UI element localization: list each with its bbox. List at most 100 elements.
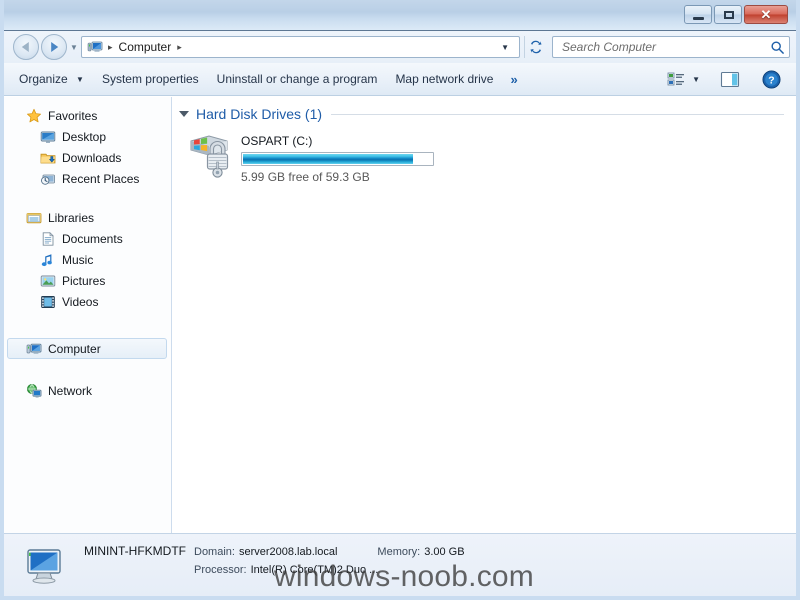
change-view-button[interactable]: ▼ [662, 68, 705, 90]
search-input[interactable] [560, 39, 770, 55]
toolbar-map-network-drive-label: Map network drive [395, 72, 494, 86]
search-box[interactable] [552, 36, 790, 58]
breadcrumb-separator-leading: ▸ [108, 41, 113, 52]
nav-spacer-1 [4, 193, 171, 207]
sidebar-label-downloads: Downloads [62, 150, 122, 165]
preview-pane-icon [720, 71, 740, 87]
sidebar-item-music[interactable]: Music [4, 249, 171, 270]
group-title: Hard Disk Drives (1) [196, 106, 323, 122]
picture-icon [40, 273, 56, 289]
sidebar-item-documents[interactable]: Documents [4, 228, 171, 249]
nav-group-libraries: Libraries Documents Music Pictures Video… [4, 207, 171, 312]
sidebar-item-recent-places[interactable]: Recent Places [4, 168, 171, 189]
maximize-icon [724, 11, 734, 19]
address-bar-row: ▼ ▸ Computer ▸ ▼ [4, 31, 796, 63]
sidebar-label-network: Network [48, 383, 93, 398]
sidebar-label-videos: Videos [62, 294, 99, 309]
sidebar-item-videos[interactable]: Videos [4, 291, 171, 312]
nav-spacer-2 [4, 316, 171, 338]
drive-label: OSPART (C:) [241, 134, 313, 148]
bitlocker-drive-icon [187, 129, 237, 179]
back-arrow-icon [21, 42, 29, 52]
sidebar-label-favorites: Favorites [48, 108, 98, 123]
details-row-primary: MININT-HFKMDTF Domain: server2008.lab.lo… [84, 544, 788, 564]
downloads-folder-icon [40, 150, 56, 166]
memory-group: Memory: 3.00 GB [377, 546, 464, 558]
close-button[interactable]: ✕ [744, 5, 788, 24]
details-pane: MININT-HFKMDTF Domain: server2008.lab.lo… [4, 533, 796, 596]
toolbar-uninstall-button[interactable]: Uninstall or change a program [208, 68, 387, 90]
back-button[interactable] [13, 34, 39, 60]
video-film-icon [40, 294, 56, 310]
computer-icon [26, 545, 72, 587]
sidebar-label-documents: Documents [62, 231, 123, 246]
toolbar-map-network-drive-button[interactable]: Map network drive [386, 68, 502, 90]
address-input[interactable]: ▸ Computer ▸ ▼ [81, 36, 520, 58]
svg-text:?: ? [768, 75, 774, 86]
sidebar-item-computer[interactable]: Computer [7, 338, 167, 359]
computer-icon [26, 341, 42, 357]
file-list-pane[interactable]: Hard Disk Drives (1) OSPART (C:) 5.99 GB… [173, 97, 796, 533]
group-separator-rule [331, 113, 784, 115]
drive-capacity-bar [241, 152, 434, 166]
toolbar-uninstall-label: Uninstall or change a program [216, 72, 378, 86]
recent-pages-chevron-down-icon[interactable]: ▼ [67, 43, 81, 52]
toolbar-organize-label: Organize [19, 72, 68, 86]
processor-label: Processor: [194, 564, 247, 576]
music-note-icon [40, 252, 56, 268]
views-chevron-down-icon: ▼ [692, 74, 700, 84]
memory-value: 3.00 GB [424, 546, 465, 558]
toolbar-overflow-button[interactable]: » [502, 69, 525, 90]
recent-places-icon [40, 171, 56, 187]
chevron-down-icon: ▼ [76, 75, 84, 84]
help-button[interactable]: ? [757, 67, 786, 92]
address-dropdown-chevron-down-icon[interactable]: ▼ [493, 43, 517, 52]
breadcrumb-computer[interactable]: Computer [116, 40, 175, 54]
drive-free-space-text: 5.99 GB free of 59.3 GB [241, 170, 370, 184]
sidebar-item-libraries[interactable]: Libraries [4, 207, 171, 228]
nav-spacer-3 [4, 359, 171, 380]
document-icon [40, 231, 56, 247]
star-icon [26, 108, 42, 124]
sidebar-item-downloads[interactable]: Downloads [4, 147, 171, 168]
explorer-body: Favorites Desktop Downloads Recent Place… [4, 97, 796, 533]
drive-capacity-bar-fill [243, 154, 414, 164]
sidebar-item-desktop[interactable]: Desktop [4, 126, 171, 147]
search-icon[interactable] [770, 40, 785, 55]
help-icon: ? [762, 69, 781, 89]
domain-label: Domain: [194, 546, 235, 558]
command-toolbar: Organize ▼ System properties Uninstall o… [4, 63, 796, 96]
network-icon [26, 383, 42, 399]
memory-label: Memory: [377, 546, 421, 558]
explorer-window: ✕ ▼ ▸ Computer ▸ ▼ Search Computer Organ… [0, 0, 800, 600]
computer-icon [87, 41, 103, 52]
preview-pane-button[interactable] [715, 68, 745, 91]
sidebar-item-favorites[interactable]: Favorites [4, 105, 171, 126]
minimize-icon [693, 17, 704, 20]
toolbar-system-properties-button[interactable]: System properties [93, 68, 208, 90]
breadcrumb-separator-trailing[interactable]: ▸ [174, 42, 185, 53]
machine-name: MININT-HFKMDTF [84, 544, 186, 558]
sidebar-label-desktop: Desktop [62, 129, 107, 144]
navigation-pane[interactable]: Favorites Desktop Downloads Recent Place… [4, 97, 172, 533]
forward-button[interactable] [41, 34, 67, 60]
minimize-button[interactable] [684, 5, 712, 24]
window-controls: ✕ [684, 5, 788, 24]
sidebar-item-pictures[interactable]: Pictures [4, 270, 171, 291]
nav-group-favorites: Favorites Desktop Downloads Recent Place… [4, 105, 171, 189]
toolbar-organize-button[interactable]: Organize ▼ [10, 68, 93, 90]
details-row-secondary: Processor: Intel(R) Core(TM)2 Duo ... [84, 564, 788, 584]
sidebar-label-pictures: Pictures [62, 273, 106, 288]
group-header-hard-disk-drives[interactable]: Hard Disk Drives (1) [179, 106, 796, 122]
sidebar-label-computer: Computer [48, 341, 101, 356]
sidebar-label-music: Music [62, 252, 94, 267]
collapse-triangle-icon[interactable] [179, 111, 189, 117]
refresh-button[interactable] [524, 36, 547, 58]
sidebar-item-network[interactable]: Network [4, 380, 171, 401]
drive-item-ospart[interactable]: OSPART (C:) 5.99 GB free of 59.3 GB [187, 129, 796, 184]
views-icon [667, 72, 685, 86]
title-bar: ✕ [4, 0, 796, 31]
refresh-icon [530, 40, 542, 54]
drive-info: OSPART (C:) 5.99 GB free of 59.3 GB [241, 129, 434, 184]
maximize-button[interactable] [714, 5, 742, 24]
